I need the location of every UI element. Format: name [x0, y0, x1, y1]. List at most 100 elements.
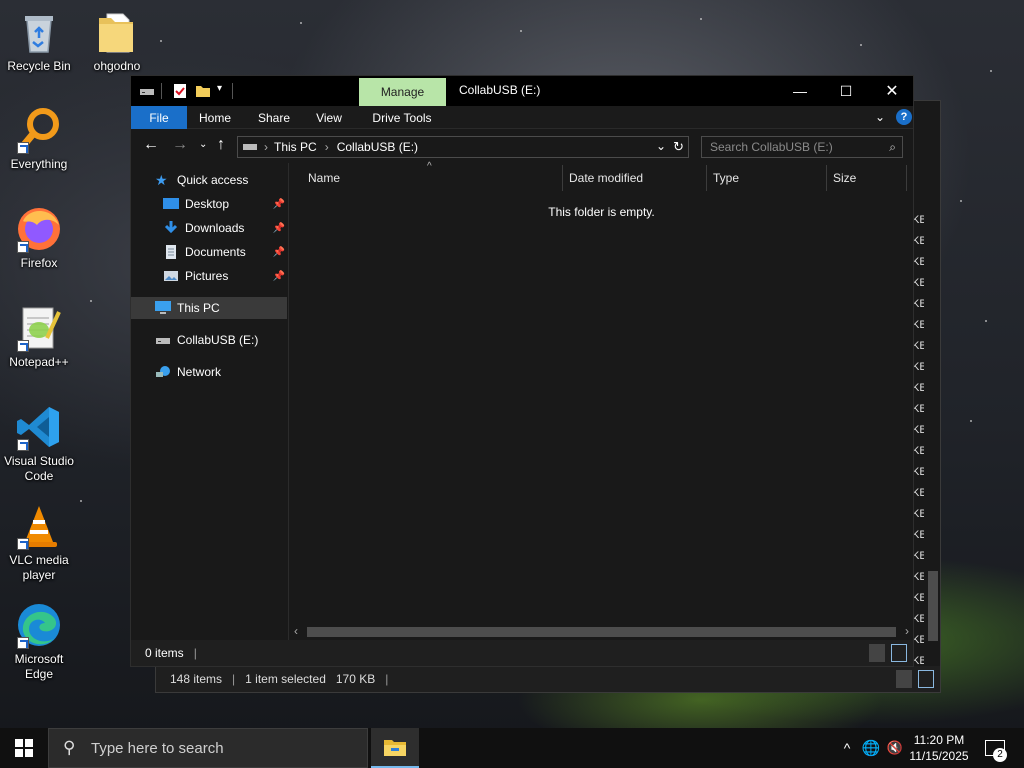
vscode-icon	[15, 403, 63, 451]
vlc-icon	[15, 502, 63, 550]
item-count: 148 items	[170, 672, 223, 686]
sidebar-item-network[interactable]: Network	[131, 361, 287, 383]
large-icons-view-icon[interactable]	[891, 644, 907, 662]
network-globe-icon[interactable]: 🌐	[860, 728, 882, 768]
pin-icon[interactable]: 📌	[273, 199, 285, 210]
shortcut-arrow-icon	[17, 439, 29, 451]
search-input[interactable]: Search CollabUSB (E:) ⌕	[701, 136, 903, 158]
column-header-name[interactable]: Name	[308, 163, 340, 193]
refresh-icon[interactable]: ↻	[673, 139, 684, 155]
breadcrumb-drive[interactable]: CollabUSB (E:)	[337, 140, 418, 154]
navigation-pane: ★ Quick access Desktop 📌 Downloads 📌 Doc…	[131, 163, 289, 640]
sidebar-item-quick-access[interactable]: ★ Quick access	[131, 169, 287, 191]
taskbar: ⚲ Type here to search ^ 🌐 🔇 11:20 PM 11/…	[0, 728, 1024, 768]
tab-home[interactable]: Home	[189, 106, 241, 129]
show-hidden-icons-icon[interactable]: ^	[836, 728, 858, 768]
search-placeholder: Search CollabUSB (E:)	[710, 140, 833, 154]
computer-icon	[155, 301, 171, 315]
desktop-icon-label: Visual Studio Code	[4, 454, 74, 483]
title-bar[interactable]: ▾ Manage CollabUSB (E:) — ☐ ✕	[131, 76, 913, 106]
clock-time: 11:20 PM	[913, 733, 965, 747]
address-history-icon[interactable]: ⌄	[656, 139, 666, 153]
vertical-scrollbar-thumb[interactable]	[928, 571, 938, 641]
sidebar-item-this-pc[interactable]: This PC	[131, 297, 287, 319]
large-icons-view-icon[interactable]	[918, 670, 934, 688]
star-icon: ★	[155, 172, 168, 188]
search-icon: ⚲	[63, 738, 76, 757]
column-header-size[interactable]: Size	[833, 163, 856, 193]
scroll-right-icon[interactable]: ›	[905, 624, 909, 638]
drive-icon	[242, 141, 258, 153]
file-list[interactable]: ^ Name Date modified Type Size This fold…	[290, 161, 913, 640]
expand-ribbon-icon[interactable]: ⌄	[875, 110, 885, 124]
sidebar-item-label: Documents	[185, 245, 246, 259]
minimize-button[interactable]: —	[777, 76, 823, 106]
customize-quick-access-icon[interactable]: ▾	[217, 83, 227, 99]
desktop-icon-ohgodno[interactable]: ohgodno	[78, 8, 156, 74]
pictures-icon	[163, 269, 179, 283]
pin-icon[interactable]: 📌	[273, 223, 285, 234]
breadcrumb-this-pc[interactable]: This PC	[274, 140, 317, 154]
taskbar-file-explorer[interactable]	[371, 728, 419, 768]
desktop-icon-label: VLC media player	[9, 553, 69, 582]
desktop-icon-edge[interactable]: Microsoft Edge	[0, 601, 78, 682]
background-status-bar: 148 items | 1 item selected 170 KB |	[156, 666, 940, 692]
back-arrow-icon[interactable]: ←	[143, 137, 159, 153]
scroll-left-icon[interactable]: ‹	[294, 624, 298, 638]
maximize-button[interactable]: ☐	[823, 76, 869, 106]
recent-locations-icon[interactable]: ⌄	[199, 137, 207, 153]
horizontal-scrollbar-thumb[interactable]	[307, 627, 896, 637]
download-arrow-icon	[163, 221, 179, 235]
empty-folder-message: This folder is empty.	[548, 205, 655, 219]
address-bar[interactable]: › This PC › CollabUSB (E:) ⌄ ↻	[237, 136, 689, 158]
tab-file[interactable]: File	[131, 106, 187, 129]
taskbar-search-box[interactable]: ⚲ Type here to search	[48, 728, 368, 768]
taskbar-search-placeholder: Type here to search	[91, 739, 224, 757]
sidebar-item-documents[interactable]: Documents 📌	[131, 241, 287, 263]
close-button[interactable]: ✕	[869, 76, 915, 106]
pin-icon[interactable]: 📌	[273, 271, 285, 282]
details-view-icon[interactable]	[896, 670, 912, 688]
tab-share[interactable]: Share	[247, 106, 301, 129]
tab-manage[interactable]: Manage	[359, 78, 446, 106]
desktop-icon-label: Notepad++	[9, 355, 69, 369]
forward-arrow-icon[interactable]: →	[172, 137, 188, 153]
breadcrumb-separator-icon: ›	[264, 140, 268, 154]
notifications-button[interactable]: 2	[980, 728, 1010, 768]
column-header-date-modified[interactable]: Date modified	[569, 163, 643, 193]
horizontal-scrollbar[interactable]: ‹ ›	[290, 623, 913, 640]
shortcut-arrow-icon	[17, 241, 29, 253]
pin-icon[interactable]: 📌	[273, 247, 285, 258]
column-header-type[interactable]: Type	[713, 163, 739, 193]
everything-search-icon	[15, 106, 63, 154]
desktop-icon-label: Recycle Bin	[7, 59, 71, 73]
details-view-icon[interactable]	[869, 644, 885, 662]
shortcut-arrow-icon	[17, 637, 29, 649]
folder-icon	[93, 8, 141, 56]
desktop-icon-firefox[interactable]: Firefox	[0, 205, 78, 271]
desktop-icon-everything[interactable]: Everything	[0, 106, 78, 172]
sidebar-item-desktop[interactable]: Desktop 📌	[131, 193, 287, 215]
selection-size: 170 KB	[335, 672, 376, 686]
file-explorer-icon	[384, 740, 406, 756]
usb-drive-icon	[155, 333, 171, 347]
clock[interactable]: 11:20 PM 11/15/2025	[902, 732, 976, 764]
desktop-icon-vlc[interactable]: VLC media player	[0, 502, 78, 583]
properties-icon[interactable]	[173, 83, 187, 99]
sidebar-item-downloads[interactable]: Downloads 📌	[131, 217, 287, 239]
sidebar-item-drive[interactable]: CollabUSB (E:)	[131, 329, 287, 351]
tab-view[interactable]: View	[305, 106, 353, 129]
desktop-icon-notepad-plus-plus[interactable]: Notepad++	[0, 304, 78, 370]
tab-drive-tools[interactable]: Drive Tools	[361, 106, 443, 129]
sidebar-item-label: Network	[177, 365, 222, 379]
up-arrow-icon[interactable]: ↑	[217, 137, 225, 153]
file-explorer-window[interactable]: ▾ Manage CollabUSB (E:) — ☐ ✕ File Home …	[130, 75, 914, 667]
help-icon[interactable]: ?	[896, 109, 912, 125]
desktop-icon-vscode[interactable]: Visual Studio Code	[0, 403, 78, 484]
desktop-icon-recycle-bin[interactable]: Recycle Bin	[0, 8, 78, 74]
new-folder-icon[interactable]	[195, 83, 211, 99]
start-button[interactable]	[0, 728, 48, 768]
shortcut-arrow-icon	[17, 142, 29, 154]
sidebar-item-label: This PC	[177, 301, 220, 315]
sidebar-item-pictures[interactable]: Pictures 📌	[131, 265, 287, 287]
